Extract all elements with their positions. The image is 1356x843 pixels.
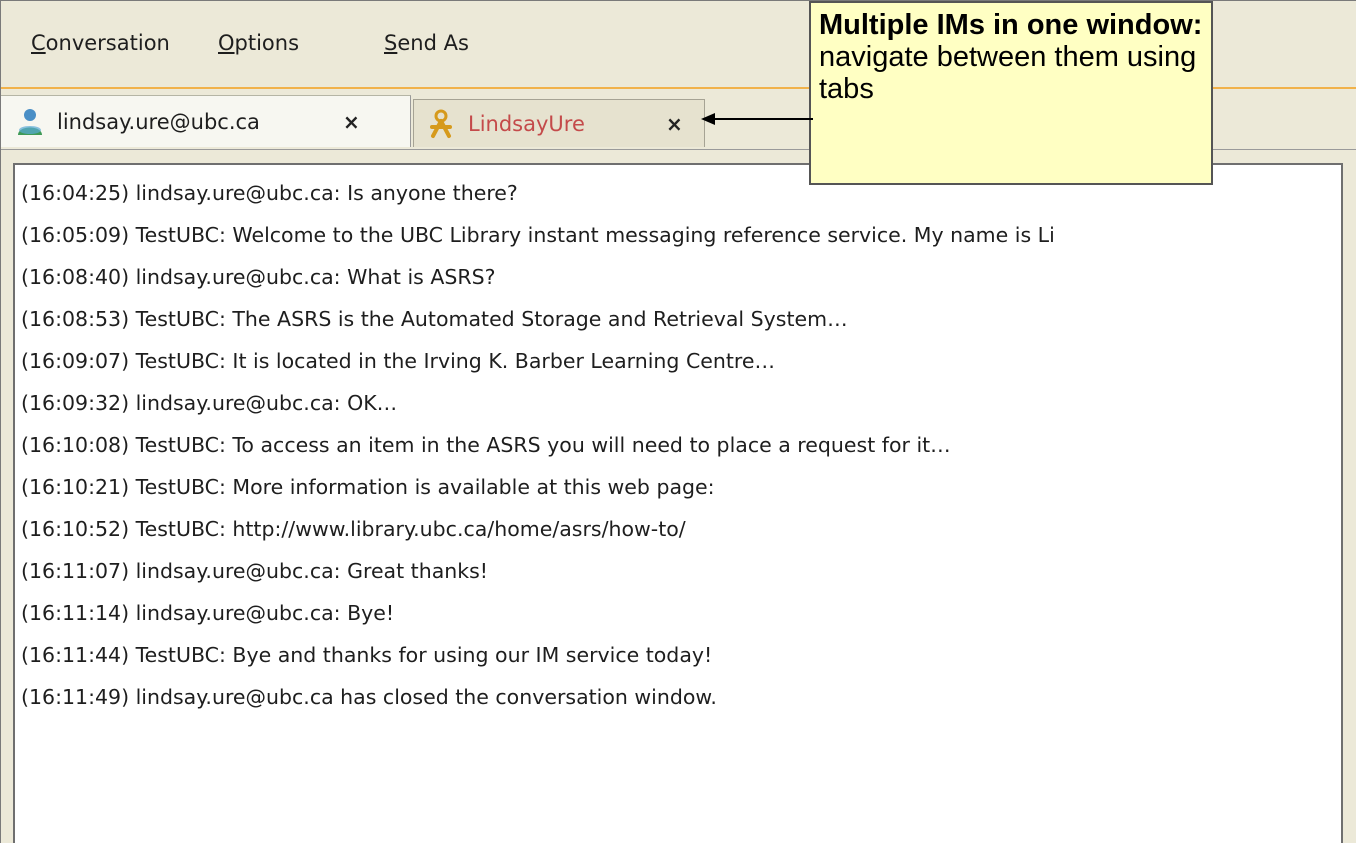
chat-message: (16:11:07) lindsay.ure@ubc.ca: Great tha… xyxy=(21,559,489,583)
chat-message: (16:10:21) TestUBC: More information is … xyxy=(21,475,715,499)
chat-message: (16:08:53) TestUBC: The ASRS is the Auto… xyxy=(21,307,848,331)
buddy-online-icon xyxy=(18,108,42,135)
chat-message: (16:04:25) lindsay.ure@ubc.ca: Is anyone… xyxy=(21,181,518,205)
buddy-away-icon xyxy=(430,109,452,138)
chat-message: (16:09:07) TestUBC: It is located in the… xyxy=(21,349,775,373)
chat-message: (16:10:52) TestUBC: http://www.library.u… xyxy=(21,517,686,541)
chat-message: (16:09:32) lindsay.ure@ubc.ca: OK… xyxy=(21,391,398,415)
chat-message: (16:10:08) TestUBC: To access an item in… xyxy=(21,433,951,457)
chat-message: (16:08:40) lindsay.ure@ubc.ca: What is A… xyxy=(21,265,496,289)
chat-frame: (16:04:25) lindsay.ure@ubc.ca: Is anyone… xyxy=(1,151,1356,843)
callout-body: navigate between them using tabs xyxy=(819,41,1197,105)
close-icon[interactable]: × xyxy=(343,110,360,134)
chat-log[interactable]: (16:04:25) lindsay.ure@ubc.ca: Is anyone… xyxy=(13,163,1343,843)
chat-message: (16:11:49) lindsay.ure@ubc.ca has closed… xyxy=(21,685,717,709)
chat-message: (16:11:44) TestUBC: Bye and thanks for u… xyxy=(21,643,713,667)
callout-title: Multiple IMs in one window: xyxy=(819,9,1203,41)
callout-arrow-icon xyxy=(701,113,813,125)
close-icon[interactable]: × xyxy=(666,112,683,136)
tab-lindsay-ure-ubc[interactable]: lindsay.ure@ubc.ca × xyxy=(1,95,411,147)
tab-label: lindsay.ure@ubc.ca xyxy=(57,109,260,134)
chat-message: (16:11:14) lindsay.ure@ubc.ca: Bye! xyxy=(21,601,395,625)
tab-label: LindsayUre xyxy=(468,111,585,136)
tab-lindsayure[interactable]: LindsayUre × xyxy=(413,99,705,147)
chat-message: (16:05:09) TestUBC: Welcome to the UBC L… xyxy=(21,223,1055,247)
menu-conversation[interactable]: Conversation xyxy=(31,31,170,55)
menu-options[interactable]: Options xyxy=(218,31,299,55)
menu-send-as[interactable]: Send As xyxy=(384,31,469,55)
im-conversation-window: Conversation Options Send As lindsay.ure… xyxy=(0,0,1356,843)
annotation-callout: Multiple IMs in one window: navigate bet… xyxy=(809,1,1213,185)
